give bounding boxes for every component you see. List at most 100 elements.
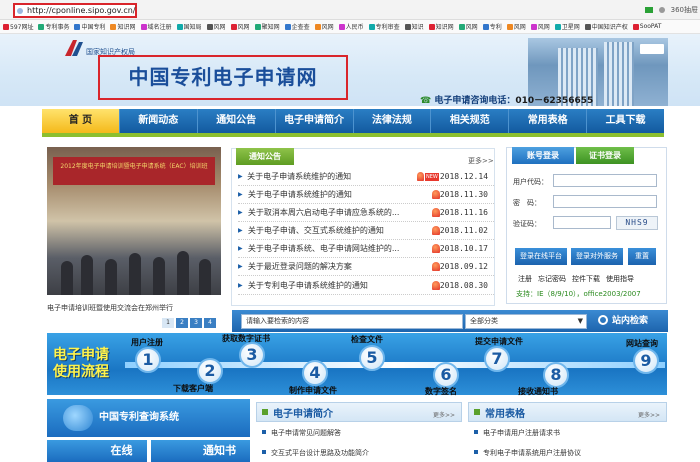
online-button[interactable]: 在线 [47,440,147,462]
pin-icon [431,281,440,290]
notice-row[interactable]: ▶ 关于取消本周六启动电子申请应急系统的... 2018.11.16 [238,204,494,222]
forms-item[interactable]: 电子申请用户注册请求书 [474,428,560,438]
notice-row[interactable]: ▶ 关于最近登录问题的解决方案 2018.09.12 [238,258,494,276]
bookmark-item[interactable]: 企查查 [284,22,310,31]
pager-3[interactable]: 3 [190,318,202,328]
intro-more-link[interactable]: 更多>> [433,410,455,419]
bookmark-item[interactable]: 国知局 [176,22,202,31]
user-field[interactable] [553,174,657,187]
forms-title[interactable]: 常用表格 [485,405,525,420]
notice-title[interactable]: 关于电子申请系统、电子申请网站维护的... [248,240,432,257]
pager-1[interactable]: 1 [162,318,174,328]
bookmark-item[interactable]: 知识 [404,22,424,31]
notice-letter-button[interactable]: 通知书 [150,440,250,462]
tab-cert-login[interactable]: 证书登录 [576,147,634,164]
notice-tab[interactable]: 通知公告 [236,148,294,165]
notice-row[interactable]: ▶ 关于电子申请系统维护的通知 NEW 2018.12.14 [238,168,494,186]
step-5: 5 [359,345,385,371]
password-field[interactable] [553,195,657,208]
intro-item[interactable]: 电子申请常见问题解答 [262,428,341,438]
photo-caption[interactable]: 电子申请培训班暨使用交流会在郑州举行 [47,303,173,313]
bookmark-item[interactable]: 知识网 [110,22,136,31]
notice-title[interactable]: 关于电子申请系统维护的通知 [247,168,417,185]
bookmark-item[interactable]: 风网 [506,22,526,31]
bookmark-label: 聚知网 [261,24,280,31]
search-input[interactable]: 请输入要检索的内容 [241,314,463,329]
reset-button[interactable]: 重置 [628,248,656,265]
notice-row[interactable]: ▶ 关于专利电子申请系统维护的通知 2018.08.30 [238,277,494,295]
url-field[interactable]: http://cponline.sipo.gov.cn/ [13,3,137,18]
bookmark-item[interactable]: 风网 [230,22,250,31]
notice-more-link[interactable]: 更多>> [468,156,494,166]
bookmark-item[interactable]: 知识网 [428,22,454,31]
nav-forms[interactable]: 常用表格 [509,109,588,133]
nav-home[interactable]: 首 页 [42,109,120,133]
bookmark-item[interactable]: 中国专利 [74,22,105,31]
notice-row[interactable]: ▶ 关于电子申请系统维护的通知 2018.11.30 [238,186,494,204]
bookmark-item[interactable]: 中国知识产权 [584,22,628,31]
process-title: 电子申请 使用流程 [53,347,109,381]
pin-icon [431,244,440,253]
notice-title[interactable]: 关于电子申请、交互式系统维护的通知 [248,222,432,239]
intro-title[interactable]: 电子申请简介 [273,405,333,420]
hotline: ☎ 电子申请咨询电话：010－62356655 [420,93,593,106]
bookmark-item[interactable]: 卫星网 [554,22,580,31]
green-menu-icon[interactable] [644,7,653,13]
hotline-number: 010－62356655 [515,96,594,106]
pager-4[interactable]: 4 [204,318,216,328]
bookmark-icon [254,23,261,30]
nav-news[interactable]: 新闻动态 [120,109,198,133]
captcha-image[interactable]: NHS9 [616,216,658,230]
bookmark-label: 人民币 [345,24,364,31]
notice-title[interactable]: 关于电子申请系统维护的通知 [248,186,432,203]
forgot-password-link[interactable]: 忘记密码 [538,274,566,284]
bookmark-item[interactable]: 597网址 [3,22,33,31]
notice-date: 2018.11.30 [439,190,488,199]
nav-specs[interactable]: 相关规范 [431,109,510,133]
intro-item[interactable]: 交互式平台设计思路及功能简介 [262,448,369,458]
notice-title[interactable]: 关于专利电子申请系统维护的通知 [248,277,432,294]
browser-toolbar-right: 360抽屉 [644,5,698,15]
user-icon[interactable] [658,7,665,13]
nav-notices[interactable]: 通知公告 [198,109,276,133]
category-select[interactable]: 全部分类 ▼ [465,314,587,329]
nav-laws[interactable]: 法律法规 [354,109,432,133]
bookmark-item[interactable]: 聚知网 [254,22,280,31]
control-download-link[interactable]: 控件下载 [572,274,600,284]
bookmark-item[interactable]: 专利事务 [38,22,69,31]
bookmark-item[interactable]: 人民币 [338,22,364,31]
bookmark-label: 风网 [237,24,250,31]
captcha-field[interactable] [553,216,611,229]
browser-right-text[interactable]: 360抽屉 [671,5,698,15]
step-label-make: 制作申请文件 [289,386,337,395]
site-search-button[interactable]: 站内检索 [596,312,664,330]
login-online-button[interactable]: 登录在线平台 [515,248,567,265]
bookmark-item[interactable]: 专利 [482,22,502,31]
notice-title[interactable]: 关于取消本周六启动电子申请应急系统的... [248,204,432,221]
guide-link[interactable]: 使用指导 [606,274,634,284]
tab-account-login[interactable]: 账号登录 [512,147,574,164]
step-label-submit: 提交申请文件 [475,337,523,346]
bookmark-item[interactable]: SooPAT [632,23,661,30]
bookmark-label: 国知局 [183,24,202,31]
login-service-button[interactable]: 登录对外服务 [571,248,623,265]
bookmark-item[interactable]: 风网 [530,22,550,31]
bookmark-item[interactable]: 风网 [206,22,226,31]
bookmark-icon [3,23,9,30]
forms-more-link[interactable]: 更多>> [638,410,660,419]
nav-tools[interactable]: 工具下载 [587,109,664,133]
nav-intro[interactable]: 电子申请简介 [276,109,354,133]
notice-row[interactable]: ▶ 关于电子申请系统、电子申请网站维护的... 2018.10.17 [238,240,494,258]
bookmark-item[interactable]: 风网 [314,22,334,31]
bookmark-item[interactable]: 域名注册 [140,22,172,31]
forms-item[interactable]: 专利电子申请系统用户注册协议 [474,448,581,458]
notice-row[interactable]: ▶ 关于电子申请、交互式系统维护的通知 2018.11.02 [238,222,494,240]
notice-title[interactable]: 关于最近登录问题的解决方案 [248,258,432,275]
register-link[interactable]: 注册 [518,274,532,284]
pager-2[interactable]: 2 [176,318,188,328]
news-photo[interactable]: 2012年度电子申请培训暨电子申请系统（EAC）培训班 [47,147,221,295]
bookmark-item[interactable]: 风网 [458,22,478,31]
bookmark-label: 知识网 [117,24,136,31]
search-button-label: 站内检索 [612,316,649,326]
bookmark-item[interactable]: 专利审查 [368,22,400,31]
